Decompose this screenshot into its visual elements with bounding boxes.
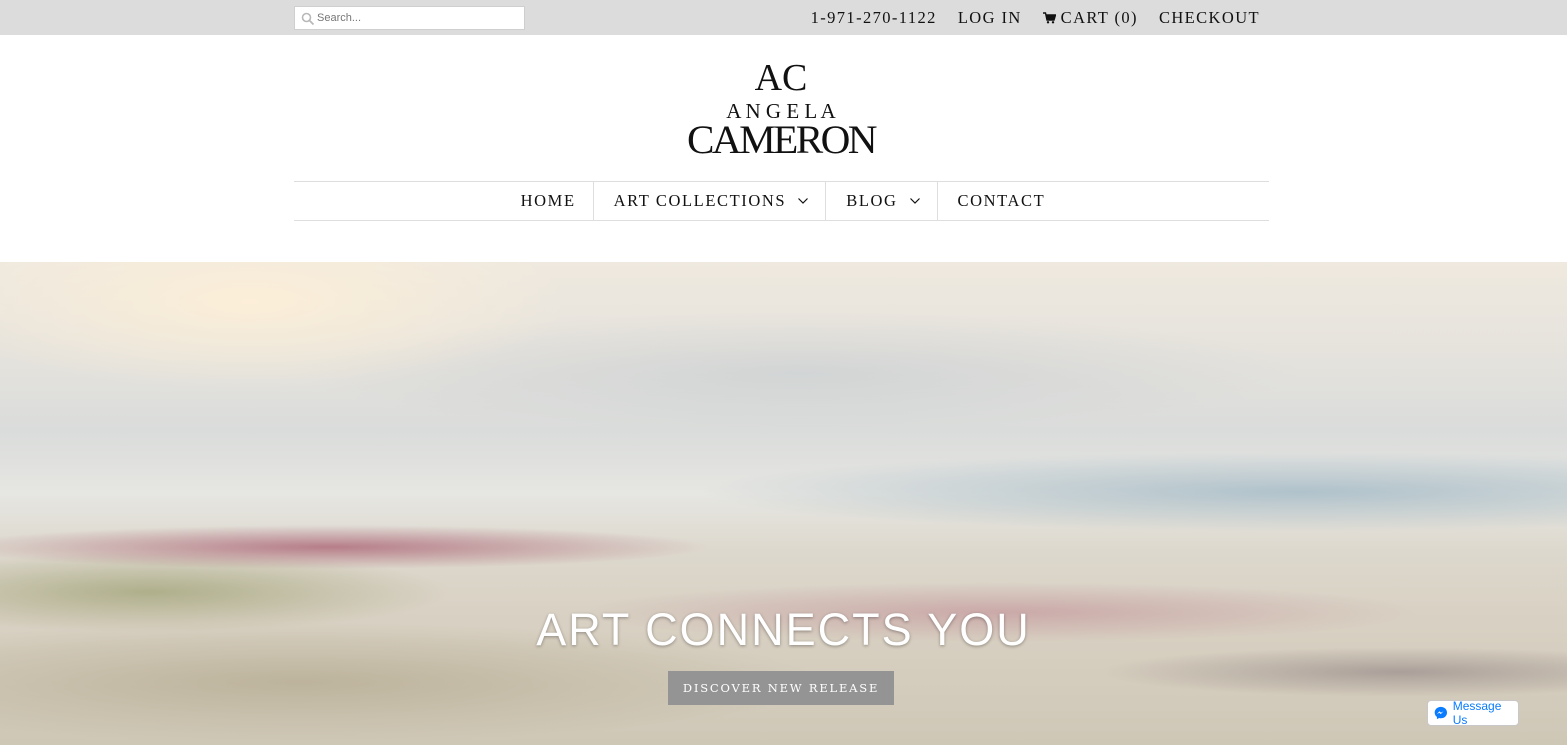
messenger-icon [1434,706,1448,720]
nav-blog[interactable]: BLOG [825,182,936,220]
cart-icon [1042,11,1056,23]
logo-last-name: CAMERON [687,117,877,158]
message-us-button[interactable]: Message Us [1427,699,1519,727]
nav-label: CONTACT [957,191,1046,210]
discover-new-release-button[interactable]: DISCOVER NEW RELEASE [668,671,894,705]
nav-home[interactable]: HOME [501,182,593,220]
phone-number[interactable]: 1-971-270-1122 [811,8,937,28]
logo-monogram: AC [755,57,808,99]
account-links: 1-971-270-1122 LOG IN CART (0) CHECKOUT [811,0,1260,35]
checkout-link[interactable]: CHECKOUT [1159,8,1260,28]
search-box[interactable] [294,6,525,30]
site-logo[interactable]: AC A N G E L A CAMERON [685,52,879,162]
cart-label: CART (0) [1060,7,1138,27]
nav-label: ART COLLECTIONS [613,191,787,210]
nav-art-collections[interactable]: ART COLLECTIONS [592,182,826,220]
chevron-down-icon [909,198,920,204]
top-bar: 1-971-270-1122 LOG IN CART (0) CHECKOUT [0,0,1567,35]
search-icon [301,12,315,26]
main-nav: HOME ART COLLECTIONS BLOG CONTACT [294,181,1269,221]
message-us-label: Message Us [1452,699,1502,727]
logo-mark: AC A N G E L A CAMERON [687,57,879,162]
nav-contact[interactable]: CONTACT [936,182,1063,220]
nav-label: BLOG [846,191,898,210]
hero-banner: ART CONNECTS YOU DISCOVER NEW RELEASE [0,262,1567,745]
hero-title: ART CONNECTS YOU [536,604,1031,655]
cart-link[interactable]: CART (0) [1042,7,1138,28]
search-input[interactable] [317,9,517,27]
chevron-down-icon [798,198,809,204]
nav-label: HOME [520,191,576,210]
login-link[interactable]: LOG IN [958,8,1022,28]
